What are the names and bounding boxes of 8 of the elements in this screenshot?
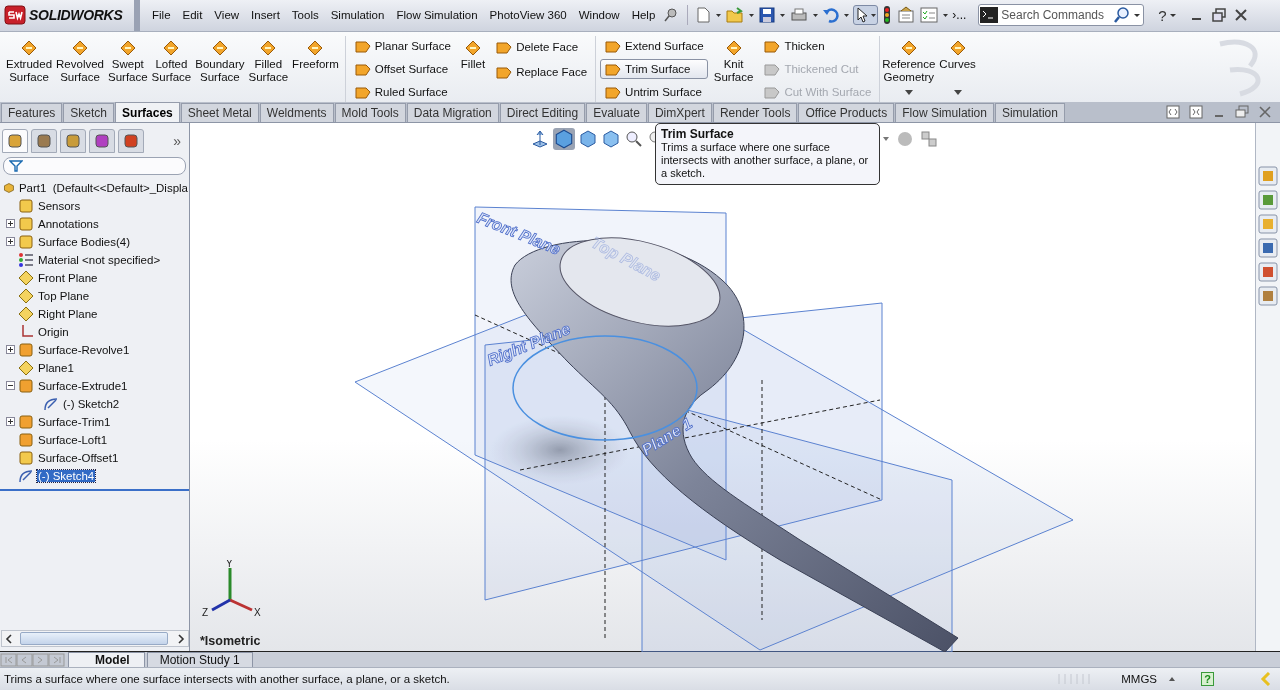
plane-label: Right Plane — [484, 320, 573, 369]
view-name: *Isometric — [200, 634, 261, 649]
app-logo: SOLIDWORKS — [29, 7, 123, 24]
status-message: Trims a surface where one surface intersects with another surface, a plane, or a sketch. — [4, 673, 450, 686]
tooltip-text: Trims a surface where one surface intersects with another surface, a plane, or a sketch. — [661, 141, 870, 180]
plane-label: Front Plane — [474, 208, 563, 258]
tooltip-title: Trim Surface — [661, 127, 735, 141]
axis-triad-drawing: Y Z X — [200, 559, 264, 620]
